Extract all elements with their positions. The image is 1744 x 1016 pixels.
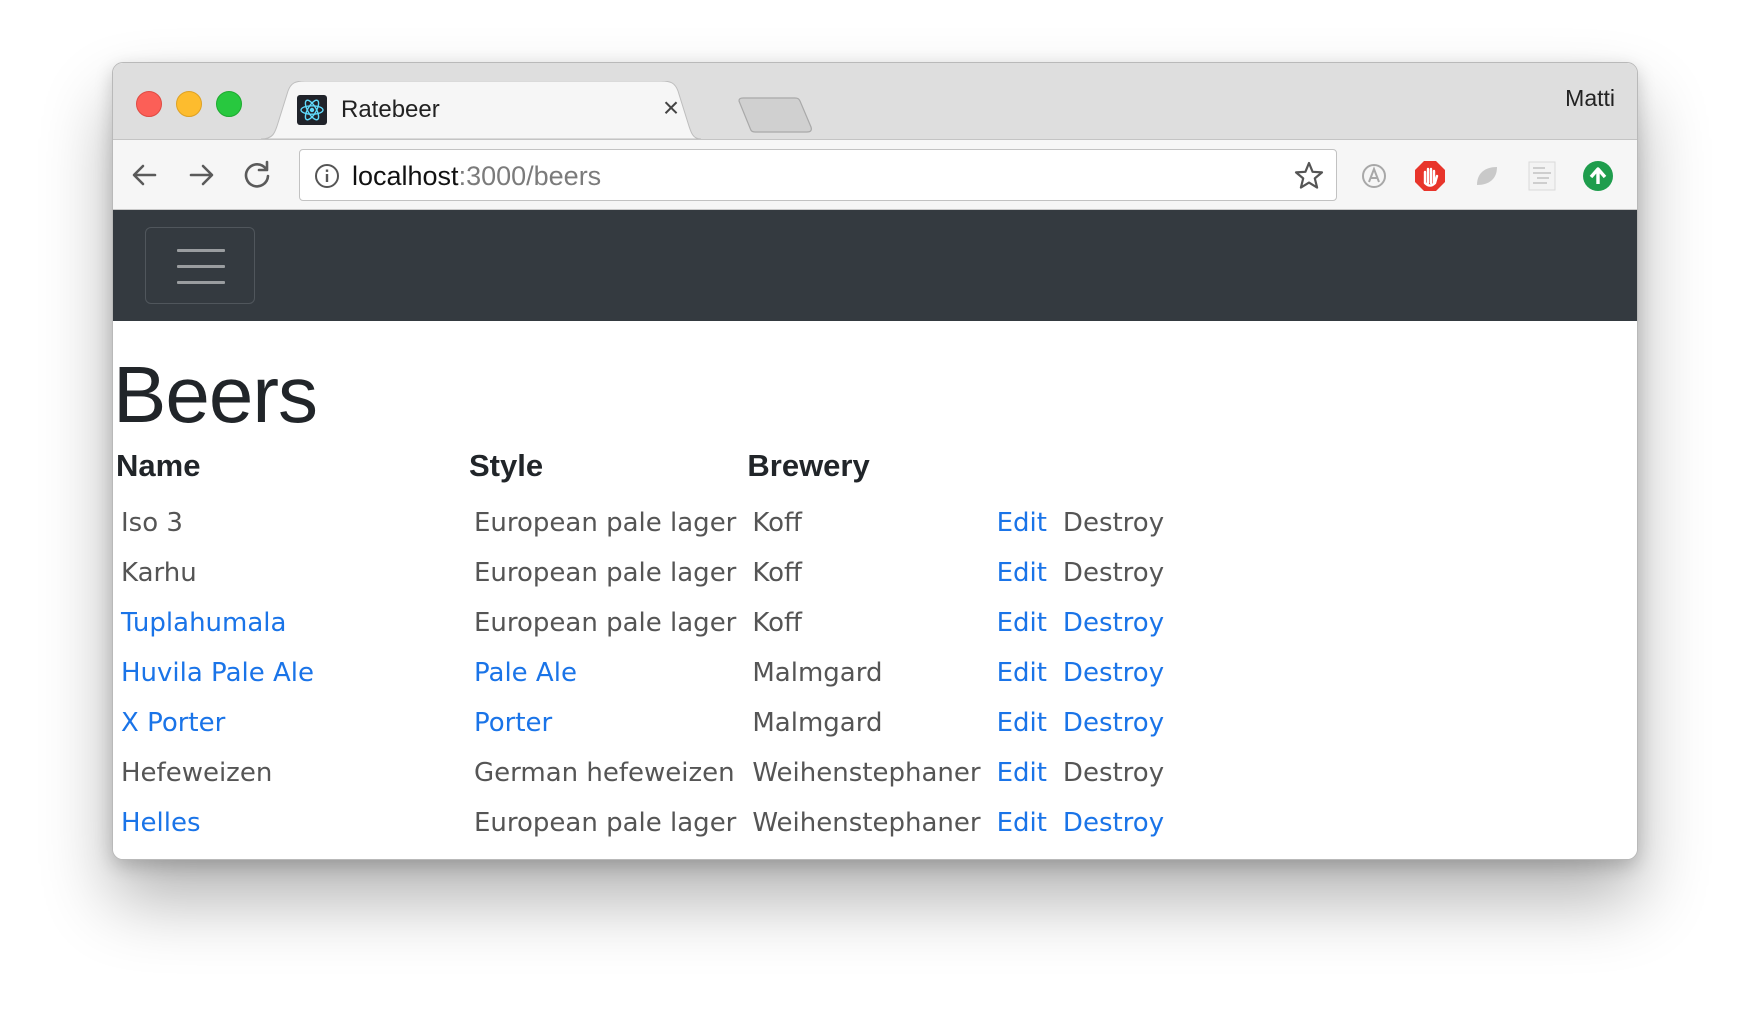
destroy-link[interactable]: Destroy	[1055, 548, 1172, 598]
beer-brewery: Koff	[752, 508, 802, 538]
url-host: localhost	[352, 161, 459, 191]
url-text[interactable]: localhost:3000/beers	[352, 161, 601, 191]
beer-brewery: Malmgard	[752, 708, 883, 738]
browser-window: Ratebeer × Matti localhost:3000/beers Be…	[112, 62, 1638, 860]
destroy-link[interactable]: Destroy	[1055, 748, 1172, 798]
beer-name[interactable]: X Porter	[113, 698, 466, 748]
browser-toolbar: localhost:3000/beers	[113, 139, 1637, 210]
bookmark-star-icon[interactable]	[1292, 159, 1326, 193]
beer-name[interactable]: Helles	[113, 798, 466, 848]
beer-style[interactable]: Porter	[466, 698, 744, 748]
beer-brewery: Malmgard	[752, 658, 883, 688]
column-header-style: Style	[469, 448, 544, 483]
a-circle-icon[interactable]	[1357, 159, 1391, 193]
table-row: Tuplahumala European pale lager Koff Edit De…	[113, 598, 1172, 648]
beer-name[interactable]: Tuplahumala	[113, 598, 466, 648]
back-arrow-icon[interactable]	[125, 155, 165, 195]
beer-style: European pale lager	[474, 508, 737, 538]
navbar	[113, 210, 1637, 321]
edit-link[interactable]: Edit	[989, 648, 1055, 698]
hamburger-icon[interactable]	[145, 227, 255, 304]
page-title: Beers	[113, 350, 318, 439]
beer-brewery: Koff	[752, 558, 802, 588]
beer-style: European pale lager	[474, 608, 737, 638]
notepad-icon[interactable]	[1525, 159, 1559, 193]
forward-arrow-icon[interactable]	[181, 155, 221, 195]
table-row: Karhu European pale lager Koff Edit Destroy	[113, 548, 1172, 598]
tab-ratebeer[interactable]: Ratebeer ×	[261, 81, 701, 139]
hamburger-bar	[177, 265, 225, 268]
table-row: Helles European pale lager Weihenstephaner…	[113, 798, 1172, 848]
beer-style: European pale lager	[474, 808, 737, 838]
column-header-name: Name	[116, 448, 201, 483]
table-row: Iso 3 European pale lager Koff Edit Destroy	[113, 498, 1172, 548]
url-path: :3000/beers	[458, 161, 602, 191]
beers-table: Name Style Brewery Iso 3 European pale la…	[113, 448, 1172, 848]
reload-icon[interactable]	[237, 155, 277, 195]
table-header-row: Name Style Brewery	[113, 448, 1172, 498]
edit-link[interactable]: Edit	[989, 548, 1055, 598]
edit-link[interactable]: Edit	[989, 698, 1055, 748]
green-upload-icon[interactable]	[1581, 159, 1615, 193]
table-row: Huvila Pale Ale Pale Ale Malmgard Edit Destr…	[113, 648, 1172, 698]
edit-link[interactable]: Edit	[989, 598, 1055, 648]
beer-brewery: Weihenstephaner	[752, 808, 981, 838]
hamburger-bar	[177, 281, 225, 284]
table-row: Hefeweizen German hefeweizen Weihenstephan…	[113, 748, 1172, 798]
beer-brewery: Weihenstephaner	[752, 758, 981, 788]
window-close-button[interactable]	[136, 91, 162, 117]
adblock-hand-icon[interactable]	[1413, 159, 1447, 193]
destroy-link[interactable]: Destroy	[1055, 648, 1172, 698]
window-maximize-button[interactable]	[216, 91, 242, 117]
tab-close-icon[interactable]: ×	[657, 93, 685, 123]
leaf-icon[interactable]	[1469, 159, 1503, 193]
profile-name[interactable]: Matti	[1565, 85, 1615, 112]
window-minimize-button[interactable]	[176, 91, 202, 117]
column-header-edit	[989, 448, 1055, 498]
beer-name: Hefeweizen	[121, 758, 273, 788]
column-header-brewery: Brewery	[747, 448, 870, 483]
beer-style: German hefeweizen	[474, 758, 735, 788]
beer-brewery: Koff	[752, 608, 802, 638]
edit-link[interactable]: Edit	[989, 748, 1055, 798]
edit-link[interactable]: Edit	[989, 498, 1055, 548]
tab-shape	[261, 81, 701, 139]
table-row: X Porter Porter Malmgard Edit Destroy	[113, 698, 1172, 748]
new-tab-button[interactable]	[735, 97, 815, 133]
page-viewport: Beers Name Style Brewery Iso 3 European p…	[113, 210, 1637, 859]
beer-name: Iso 3	[121, 508, 183, 538]
tab-title: Ratebeer	[341, 96, 440, 123]
hamburger-bar	[177, 249, 225, 252]
beer-style: European pale lager	[474, 558, 737, 588]
table-body: Iso 3 European pale lager Koff Edit Destroy K…	[113, 498, 1172, 848]
destroy-link[interactable]: Destroy	[1055, 698, 1172, 748]
destroy-link[interactable]: Destroy	[1055, 798, 1172, 848]
tab-strip: Ratebeer × Matti	[113, 63, 1637, 139]
destroy-link[interactable]: Destroy	[1055, 498, 1172, 548]
destroy-link[interactable]: Destroy	[1055, 598, 1172, 648]
beer-style[interactable]: Pale Ale	[466, 648, 744, 698]
info-icon[interactable]	[312, 161, 342, 191]
beer-name[interactable]: Huvila Pale Ale	[113, 648, 466, 698]
edit-link[interactable]: Edit	[989, 798, 1055, 848]
address-bar[interactable]: localhost:3000/beers	[299, 149, 1337, 201]
column-header-destroy	[1055, 448, 1172, 498]
beer-name: Karhu	[121, 558, 197, 588]
react-atom-icon	[297, 95, 327, 125]
